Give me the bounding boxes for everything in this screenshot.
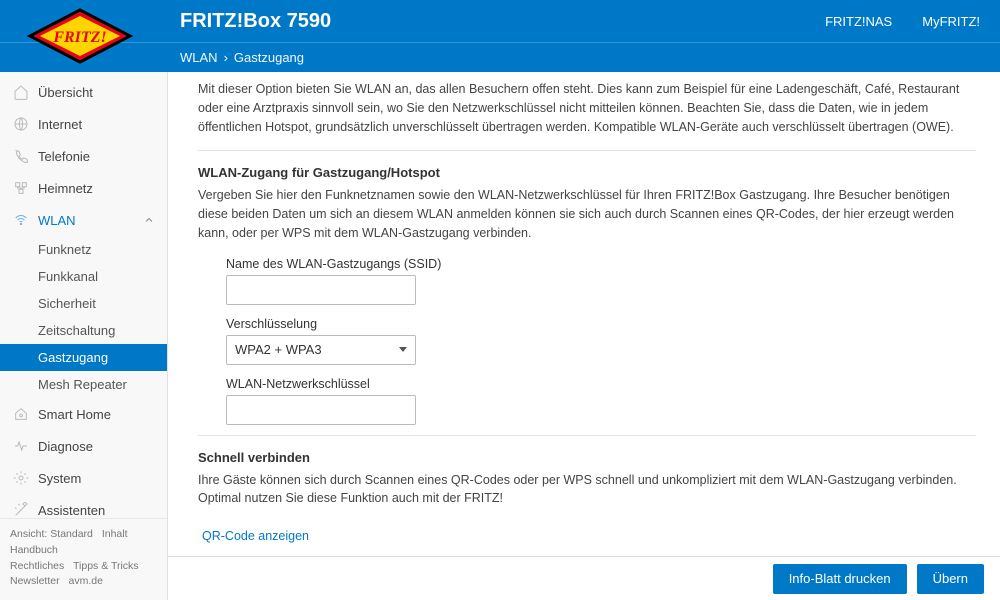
- breadcrumb-current: Gastzugang: [234, 50, 304, 65]
- sidebar-subitem-sicherheit[interactable]: Sicherheit: [0, 290, 167, 317]
- key-label: WLAN-Netzwerkschlüssel: [226, 377, 976, 391]
- svg-text:FRITZ!: FRITZ!: [52, 29, 106, 46]
- chevron-down-icon: [399, 347, 407, 352]
- home-icon: [12, 83, 30, 101]
- globe-icon: [12, 115, 30, 133]
- sidebar-subitem-mesh[interactable]: Mesh Repeater: [0, 371, 167, 398]
- footer-link[interactable]: Handbuch: [10, 544, 58, 556]
- key-input[interactable]: [226, 395, 416, 425]
- page-title: FRITZ!Box 7590: [180, 10, 331, 33]
- fritz-logo: FRITZ!: [20, 8, 140, 64]
- gear-icon: [12, 469, 30, 487]
- encryption-select[interactable]: WPA2 + WPA3: [226, 335, 416, 365]
- sidebar-subitem-funkkanal[interactable]: Funkkanal: [0, 263, 167, 290]
- sidebar-item-label: Übersicht: [38, 85, 93, 100]
- sidebar-item-assistants[interactable]: Assistenten: [0, 494, 167, 518]
- main-content: Mit dieser Option bieten Sie WLAN an, da…: [168, 72, 1000, 600]
- footer-link[interactable]: Ansicht: Standard: [10, 528, 93, 540]
- diagnose-icon: [12, 437, 30, 455]
- footer-link[interactable]: Newsletter: [10, 575, 60, 587]
- section-wlan-access: WLAN-Zugang für Gastzugang/Hotspot Verge…: [198, 150, 976, 424]
- sidebar-item-label: System: [38, 471, 81, 486]
- footer-link[interactable]: Inhalt: [102, 528, 128, 540]
- sidebar-item-label: Diagnose: [38, 439, 93, 454]
- sidebar-item-label: WLAN: [38, 213, 76, 228]
- qr-code-button[interactable]: QR-Code anzeigen: [198, 524, 313, 548]
- sidebar-item-system[interactable]: System: [0, 462, 167, 494]
- sidebar-item-overview[interactable]: Übersicht: [0, 76, 167, 108]
- header-link-fritznas[interactable]: FRITZ!NAS: [825, 14, 892, 29]
- sidebar-item-label: Assistenten: [38, 503, 105, 518]
- apply-button[interactable]: Übern: [917, 564, 984, 594]
- header-link-myfritz[interactable]: MyFRITZ!: [922, 14, 980, 29]
- sidebar-item-label: Heimnetz: [38, 181, 93, 196]
- sidebar: Übersicht Internet Telefonie Heimnetz WL…: [0, 72, 168, 600]
- sidebar-item-label: Smart Home: [38, 407, 111, 422]
- footer-link[interactable]: avm.de: [69, 575, 103, 587]
- footer-link[interactable]: Tipps & Tricks: [73, 560, 139, 572]
- footer-link[interactable]: Rechtliches: [10, 560, 64, 572]
- sidebar-item-homenetwork[interactable]: Heimnetz: [0, 172, 167, 204]
- encryption-value: WPA2 + WPA3: [235, 342, 322, 357]
- phone-icon: [12, 147, 30, 165]
- breadcrumb-parent[interactable]: WLAN: [180, 50, 218, 65]
- sidebar-footer: Ansicht: Standard Inhalt Handbuch Rechtl…: [0, 518, 167, 600]
- ssid-input[interactable]: [226, 275, 416, 305]
- sidebar-item-diagnose[interactable]: Diagnose: [0, 430, 167, 462]
- ssid-label: Name des WLAN-Gastzugangs (SSID): [226, 257, 976, 271]
- section-desc: Ihre Gäste können sich durch Scannen ein…: [198, 471, 976, 509]
- section-title: WLAN-Zugang für Gastzugang/Hotspot: [198, 165, 976, 180]
- sidebar-item-wlan[interactable]: WLAN: [0, 204, 167, 236]
- encryption-label: Verschlüsselung: [226, 317, 976, 331]
- sidebar-item-telephony[interactable]: Telefonie: [0, 140, 167, 172]
- chevron-up-icon: [143, 214, 155, 226]
- intro-text: Mit dieser Option bieten Sie WLAN an, da…: [198, 80, 976, 136]
- sidebar-subitem-funknetz[interactable]: Funknetz: [0, 236, 167, 263]
- sidebar-subitem-gastzugang[interactable]: Gastzugang: [0, 344, 167, 371]
- header: FRITZ!Box 7590 FRITZ!NAS MyFRITZ!: [0, 0, 1000, 42]
- sidebar-subitem-zeitschaltung[interactable]: Zeitschaltung: [0, 317, 167, 344]
- section-title: Schnell verbinden: [198, 450, 976, 465]
- section-desc: Vergeben Sie hier den Funknetznamen sowi…: [198, 186, 976, 242]
- print-info-button[interactable]: Info-Blatt drucken: [773, 564, 907, 594]
- sidebar-item-label: Telefonie: [38, 149, 90, 164]
- sidebar-item-label: Internet: [38, 117, 82, 132]
- sidebar-item-smarthome[interactable]: Smart Home: [0, 398, 167, 430]
- network-icon: [12, 179, 30, 197]
- breadcrumb: WLAN › Gastzugang: [0, 42, 1000, 72]
- wifi-icon: [12, 211, 30, 229]
- footer-bar: Info-Blatt drucken Übern: [168, 556, 1000, 600]
- wand-icon: [12, 501, 30, 518]
- smarthome-icon: [12, 405, 30, 423]
- sidebar-item-internet[interactable]: Internet: [0, 108, 167, 140]
